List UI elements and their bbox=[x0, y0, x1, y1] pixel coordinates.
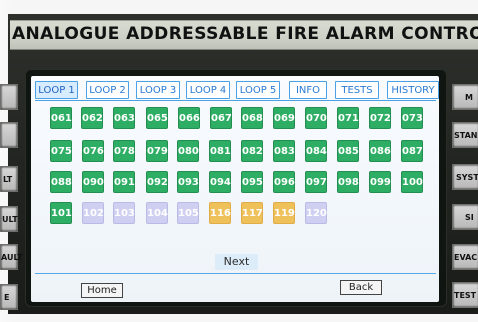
device-cell[interactable]: 117 bbox=[241, 202, 263, 224]
right-side-button-4[interactable]: SI bbox=[452, 204, 478, 230]
right-side-button-3-label: SYST bbox=[456, 173, 478, 182]
photo-frame: ANALOGUE ADDRESSABLE FIRE ALARM CONTRO L … bbox=[0, 0, 478, 322]
home-button[interactable]: Home bbox=[81, 283, 123, 298]
device-cell[interactable]: 101 bbox=[50, 202, 72, 224]
device-cell[interactable]: 099 bbox=[369, 171, 391, 193]
touchscreen: LOOP 1 LOOP 2 LOOP 3 LOOP 4 LOOP 5 INFO … bbox=[31, 76, 439, 302]
left-side-button-3[interactable]: LT bbox=[0, 166, 18, 192]
device-cell[interactable]: 104 bbox=[146, 202, 168, 224]
right-side-button-6-label: TEST bbox=[454, 291, 477, 300]
next-button[interactable]: Next bbox=[215, 254, 258, 270]
device-cell[interactable]: 087 bbox=[401, 140, 423, 162]
left-side-button-4[interactable]: ULT bbox=[0, 206, 18, 232]
left-side-button-5[interactable]: AULT bbox=[0, 244, 23, 270]
device-cell[interactable]: 085 bbox=[337, 140, 359, 162]
right-side-button-5-label: EVAC bbox=[454, 253, 478, 262]
tab-loop-5[interactable]: LOOP 5 bbox=[236, 81, 280, 99]
left-side-button-1[interactable] bbox=[0, 84, 18, 110]
right-side-button-6[interactable]: TEST bbox=[452, 282, 478, 308]
device-cell[interactable]: 088 bbox=[50, 171, 72, 193]
device-cell[interactable]: 066 bbox=[178, 107, 200, 129]
device-cell[interactable]: 098 bbox=[337, 171, 359, 193]
device-cell[interactable]: 071 bbox=[337, 107, 359, 129]
device-cell[interactable]: 120 bbox=[305, 202, 327, 224]
tab-info[interactable]: INFO bbox=[289, 81, 327, 99]
right-side-button-2[interactable]: STAND bbox=[452, 122, 478, 148]
right-side-button-1[interactable]: M bbox=[452, 84, 478, 110]
left-side-button-3-label: LT bbox=[3, 175, 13, 184]
right-side-button-5[interactable]: EVAC bbox=[452, 244, 478, 270]
left-side-button-4-label: ULT bbox=[2, 215, 18, 224]
device-cell[interactable]: 080 bbox=[177, 140, 199, 162]
device-cell[interactable]: 067 bbox=[210, 107, 232, 129]
device-cell[interactable]: 069 bbox=[273, 107, 295, 129]
device-cell[interactable]: 103 bbox=[113, 202, 135, 224]
device-cell[interactable]: 096 bbox=[273, 171, 295, 193]
device-cell[interactable]: 075 bbox=[50, 140, 72, 162]
panel-title: ANALOGUE ADDRESSABLE FIRE ALARM CONTROL … bbox=[12, 24, 478, 44]
device-cell[interactable]: 105 bbox=[177, 202, 199, 224]
tab-history[interactable]: HISTORY bbox=[387, 81, 439, 99]
device-cell[interactable]: 100 bbox=[401, 171, 423, 193]
device-cell[interactable]: 119 bbox=[273, 202, 295, 224]
right-side-button-3[interactable]: SYST bbox=[452, 164, 478, 190]
right-side-button-1-label: M bbox=[465, 93, 473, 102]
left-side-button-2[interactable] bbox=[0, 122, 18, 148]
tab-loop-4[interactable]: LOOP 4 bbox=[186, 81, 230, 99]
device-cell[interactable]: 078 bbox=[113, 140, 135, 162]
tab-divider bbox=[35, 100, 436, 101]
device-cell[interactable]: 081 bbox=[209, 140, 231, 162]
device-cell[interactable]: 097 bbox=[305, 171, 327, 193]
device-cell[interactable]: 073 bbox=[401, 107, 423, 129]
right-side-button-2-label: STAND bbox=[454, 131, 478, 140]
device-cell[interactable]: 084 bbox=[305, 140, 327, 162]
device-cell[interactable]: 102 bbox=[82, 202, 104, 224]
device-cell[interactable]: 079 bbox=[146, 140, 168, 162]
device-cell[interactable]: 116 bbox=[209, 202, 231, 224]
device-cell[interactable]: 070 bbox=[305, 107, 327, 129]
back-button[interactable]: Back bbox=[340, 280, 382, 295]
device-cell[interactable]: 082 bbox=[241, 140, 263, 162]
device-cell[interactable]: 090 bbox=[82, 171, 104, 193]
device-cell[interactable]: 086 bbox=[369, 140, 391, 162]
device-cell[interactable]: 092 bbox=[146, 171, 168, 193]
device-cell[interactable]: 094 bbox=[209, 171, 231, 193]
tab-loop-2[interactable]: LOOP 2 bbox=[86, 81, 129, 99]
bottom-divider bbox=[35, 273, 436, 274]
left-side-button-6[interactable]: E bbox=[0, 284, 18, 310]
device-cell[interactable]: 072 bbox=[369, 107, 391, 129]
left-side-button-5-label: AULT bbox=[1, 253, 23, 262]
device-grid: 061 062 063 065 066 067 068 069 070 071 072 073 075 0… bbox=[39, 104, 427, 259]
device-cell[interactable]: 068 bbox=[241, 107, 263, 129]
device-cell[interactable]: 062 bbox=[81, 107, 103, 129]
device-cell[interactable]: 091 bbox=[113, 171, 135, 193]
device-cell[interactable]: 065 bbox=[146, 107, 168, 129]
device-cell[interactable]: 063 bbox=[113, 107, 135, 129]
device-cell[interactable]: 061 bbox=[50, 107, 72, 129]
loop-tabs: LOOP 1 LOOP 2 LOOP 3 LOOP 4 LOOP 5 INFO … bbox=[35, 81, 439, 101]
right-side-button-4-label: SI bbox=[465, 213, 474, 222]
left-side-button-6-label: E bbox=[4, 293, 10, 302]
tab-tests[interactable]: TESTS bbox=[335, 81, 379, 99]
tab-loop-3[interactable]: LOOP 3 bbox=[136, 81, 180, 99]
tab-loop-1[interactable]: LOOP 1 bbox=[35, 81, 78, 99]
device-cell[interactable]: 093 bbox=[177, 171, 199, 193]
device-cell[interactable]: 083 bbox=[273, 140, 295, 162]
device-cell[interactable]: 095 bbox=[241, 171, 263, 193]
device-cell[interactable]: 076 bbox=[82, 140, 104, 162]
